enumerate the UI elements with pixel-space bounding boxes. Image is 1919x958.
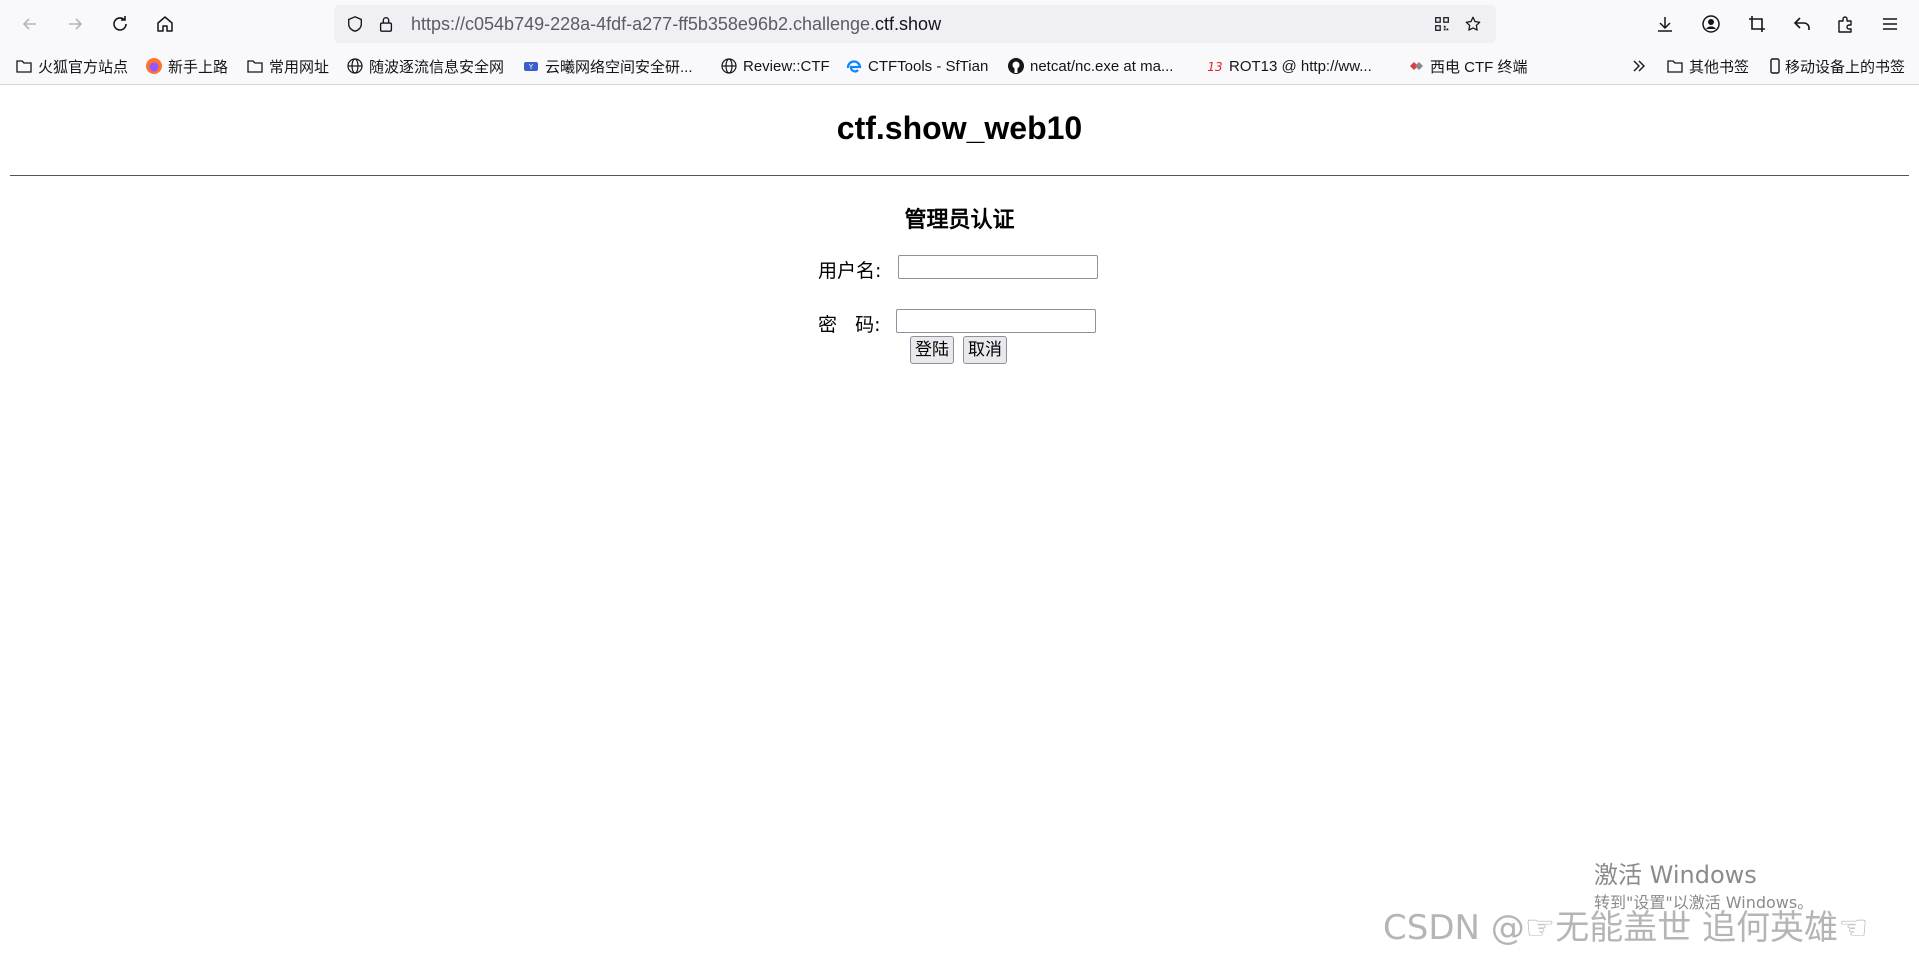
firefox-icon [145,57,163,75]
account-icon [1702,15,1720,33]
bookmark-label: CTFTools - SfTian [868,57,989,75]
page-title: ctf.show_web10 [836,110,1083,146]
rot13-icon: 13 [1206,57,1224,75]
bookmark-item[interactable]: 随波逐流信息安全网 [346,55,504,77]
folder-icon [246,57,264,75]
site-icon: Y [522,57,540,75]
bookmark-item[interactable]: 13 ROT13 @ http://ww... [1206,55,1372,77]
bookmark-star-icon[interactable] [1463,14,1483,34]
url-domain: ctf.show [875,14,942,34]
account-button[interactable] [1696,9,1726,39]
undo-icon [1793,17,1810,30]
extensions-icon [1838,16,1852,33]
url-bar[interactable]: https://c054b749-228a-4fdf-a277-ff5b358e… [334,5,1496,43]
page-content: ctf.show_web10 管理员认证 用户名: 密 码: 登陆 取消 [0,85,1919,958]
bookmark-label: 西电 CTF 终端 [1430,58,1528,76]
crop-icon [1749,16,1765,32]
bookmark-item[interactable]: CTFTools - SfTian [845,55,988,77]
chevrons-right-icon [1630,57,1648,75]
home-button[interactable] [150,9,180,39]
bookmark-label: 其他书签 [1689,58,1750,76]
password-input[interactable] [896,309,1096,333]
mobile-device-icon [1766,57,1784,75]
login-button[interactable]: 登陆 [910,336,954,364]
other-bookmarks-folder[interactable]: 其他书签 [1666,55,1749,77]
qr-code-icon[interactable] [1432,14,1452,34]
back-button[interactable] [15,9,45,39]
bookmark-item[interactable]: 常用网址 [246,55,329,77]
bookmark-item[interactable]: Review::CTF [720,55,830,77]
crop-button[interactable] [1742,9,1772,39]
browser-toolbar: https://c054b749-228a-4fdf-a277-ff5b358e… [0,0,1919,48]
password-label: 密 码: [818,314,881,336]
bookmark-label: 移动设备上的书签 [1785,58,1906,76]
username-input[interactable] [898,255,1098,279]
globe-icon [720,57,738,75]
bookmark-label: 火狐官方站点 [38,58,129,76]
arrow-right-icon [69,18,83,30]
windows-activation-title: 激活 Windows [1594,861,1757,889]
menu-icon [1883,18,1897,30]
download-icon [1658,17,1672,32]
svg-text:13: 13 [1207,60,1222,74]
extensions-button[interactable] [1830,9,1860,39]
site-icon [1407,57,1425,75]
github-icon [1007,57,1025,75]
bookmark-item[interactable]: Y 云曦网络空间安全研... [522,55,693,77]
bookmark-label: 常用网址 [269,58,330,76]
url-prefix: https://c054b749-228a-4fdf-a277-ff5b358e… [411,14,876,34]
lock-icon[interactable] [376,14,396,34]
bookmark-label: 随波逐流信息安全网 [369,58,505,76]
url-text[interactable]: https://c054b749-228a-4fdf-a277-ff5b358e… [411,5,941,43]
bookmark-item[interactable]: 火狐官方站点 [15,55,128,77]
auth-heading: 管理员认证 [904,208,1015,233]
edge-icon [845,57,863,75]
divider [10,175,1909,176]
csdn-watermark: CSDN @☞无能盖世 追何英雄☜ [1383,908,1869,948]
bookmark-label: ROT13 @ http://ww... [1229,57,1372,75]
folder-icon [15,57,33,75]
mobile-bookmarks-folder[interactable]: 移动设备上的书签 [1766,55,1905,77]
arrow-left-icon [22,18,36,30]
home-icon [157,16,173,32]
bookmark-label: netcat/nc.exe at ma... [1030,57,1174,75]
downloads-button[interactable] [1650,9,1680,39]
bookmark-label: 新手上路 [168,58,229,76]
username-label: 用户名: [818,260,882,282]
menu-button[interactable] [1875,9,1905,39]
globe-icon [346,57,364,75]
bookmark-item[interactable]: 西电 CTF 终端 [1407,55,1528,77]
bookmarks-overflow-button[interactable] [1630,55,1653,77]
tracking-protection-icon[interactable] [345,14,365,34]
forward-button[interactable] [60,9,90,39]
bookmark-label: 云曦网络空间安全研... [545,58,693,76]
undo-button[interactable] [1787,9,1817,39]
reload-button[interactable] [105,9,135,39]
svg-text:Y: Y [528,63,534,71]
bookmark-item[interactable]: 新手上路 [145,55,228,77]
bookmarks-toolbar: 火狐官方站点 新手上路 常用网址 随波逐流信息安全网 Y 云曦网络空间安全研..… [0,48,1919,85]
folder-icon [1666,57,1684,75]
cancel-button[interactable]: 取消 [963,336,1007,364]
bookmark-label: Review::CTF [743,57,830,75]
bookmark-item[interactable]: netcat/nc.exe at ma... [1007,55,1173,77]
reload-icon [113,16,127,31]
